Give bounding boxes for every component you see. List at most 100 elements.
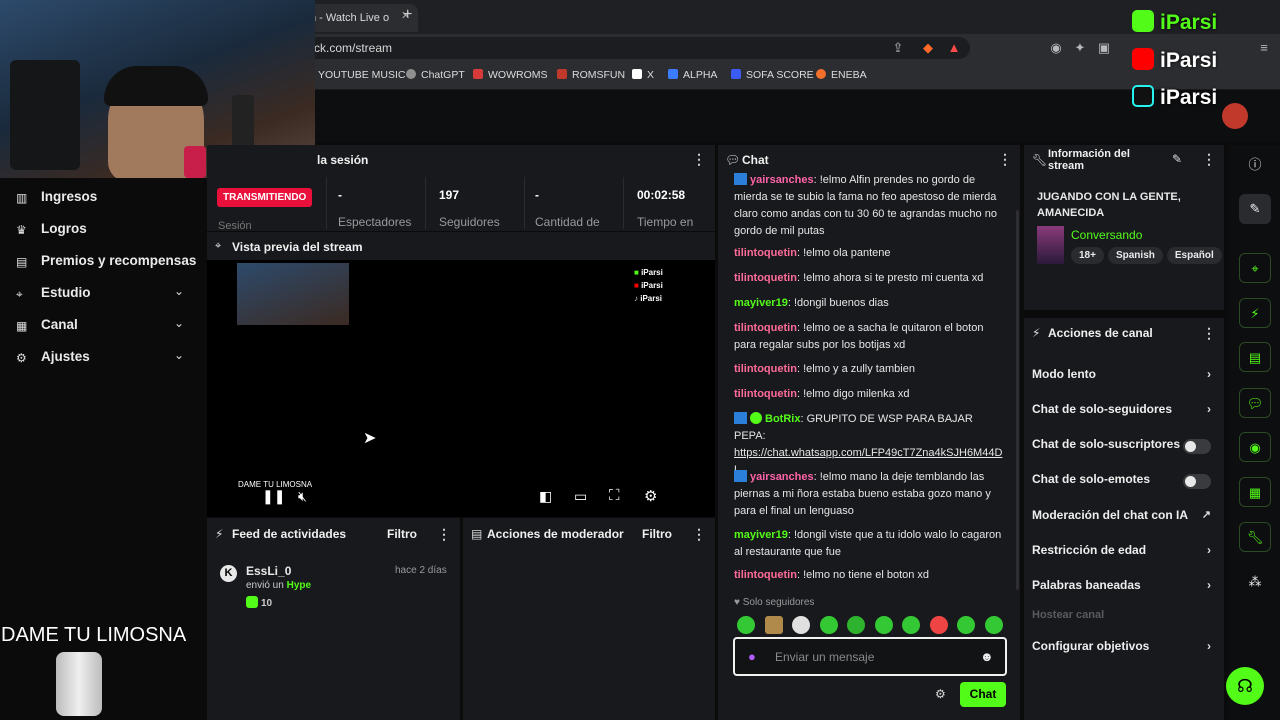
bookmark-x[interactable]: X xyxy=(632,69,654,81)
wrench-tool-icon[interactable]: 🔧︎ xyxy=(1239,522,1271,552)
action-ai-moderation[interactable]: Moderación del chat con IA ↗ xyxy=(1032,508,1217,528)
pip-icon[interactable]: ◧ xyxy=(539,488,552,505)
theater-icon[interactable]: ▭ xyxy=(574,488,587,505)
preview-tool-icon[interactable]: ⌖ xyxy=(1239,253,1271,283)
preview-icon: ⌖ xyxy=(215,240,222,252)
address-bar[interactable]: ck.com/stream xyxy=(300,37,970,59)
chat-message: mayiver19: !dongil viste que a tu idolo … xyxy=(734,529,1002,558)
chevron-right-icon: › xyxy=(1207,543,1211,557)
nodes-icon[interactable]: ⁂ xyxy=(1239,567,1271,597)
feed-filter-button[interactable]: Filtro xyxy=(387,527,417,541)
bookmark-alpha[interactable]: ALPHA xyxy=(668,69,717,81)
sidebar-item-ingresos[interactable]: ▥ Ingresos xyxy=(0,183,205,213)
brave-shield-icon[interactable]: ◆ xyxy=(920,40,936,56)
action-followers-only[interactable]: Chat de solo-seguidores › xyxy=(1032,402,1217,422)
toggle-switch xyxy=(1183,474,1211,489)
feed-amount: 10 xyxy=(246,596,272,609)
info-icon[interactable]: ⓘ xyxy=(1239,150,1271,180)
chat-message: tilintoquetin: !elmo ahora si te presto … xyxy=(734,272,984,284)
chat-message: yairsanches: !elmo Alfin prendes no gord… xyxy=(734,173,997,237)
fullscreen-icon[interactable]: ⛶ xyxy=(609,487,620,504)
settings-gear-icon[interactable]: ⚙ xyxy=(644,487,657,505)
more-options-icon[interactable]: ⋮ xyxy=(692,526,706,543)
live-status-badge: TRANSMITIENDO xyxy=(217,188,313,207)
bookmark-chatgpt[interactable]: ChatGPT xyxy=(406,69,465,81)
sidebar-item-estudio[interactable]: ⌖ Estudio ⌄ xyxy=(0,279,205,309)
mute-icon[interactable]: 🔇︎ xyxy=(298,488,307,505)
document-icon[interactable]: ▤ xyxy=(1239,342,1271,372)
edit-pencil-icon[interactable]: ✎ xyxy=(1172,152,1182,166)
lightning-icon: ⚡︎ xyxy=(215,527,224,541)
action-emotes-only[interactable]: Chat de solo-emotes xyxy=(1032,472,1217,492)
sidebar-item-ajustes[interactable]: ⚙ Ajustes ⌄ xyxy=(0,343,205,373)
sidebar-toggle-icon[interactable]: ▣ xyxy=(1096,40,1112,56)
edit-pencil-icon[interactable]: ✎ xyxy=(1239,194,1271,224)
more-options-icon[interactable]: ⋮ xyxy=(1202,325,1216,342)
extension-color-icon[interactable]: ◉ xyxy=(1048,40,1064,56)
stat-viewers-value: - xyxy=(338,188,342,202)
badge-icon xyxy=(734,412,747,424)
more-options-icon[interactable]: ⋮ xyxy=(437,526,451,543)
mod-tool-icon[interactable]: ▦ xyxy=(1239,477,1271,507)
action-set-goals[interactable]: Configurar objetivos › xyxy=(1032,639,1217,659)
menu-icon[interactable]: ≡ xyxy=(1256,40,1272,56)
verified-icon xyxy=(750,412,762,424)
chevron-right-icon: › xyxy=(1207,578,1211,592)
extensions-icon[interactable]: ✦ xyxy=(1072,40,1088,56)
category-thumbnail[interactable] xyxy=(1037,226,1064,264)
sidebar-item-canal[interactable]: ▦ Canal ⌄ xyxy=(0,311,205,341)
donation-overlay-text: DAME TU LIMOSNA xyxy=(1,624,187,646)
chevron-right-icon: › xyxy=(1207,367,1211,381)
feed-user[interactable]: EssLi_0 xyxy=(246,564,291,578)
chat-message: tilintoquetin: !elmo y a zully tambien xyxy=(734,363,915,375)
support-headset-icon[interactable]: ☊ xyxy=(1226,667,1264,705)
chat-tool-icon[interactable]: 💬︎ xyxy=(1239,388,1271,418)
chat-title: Chat xyxy=(742,153,769,167)
sidebar-item-premios[interactable]: ▤ Premios y recompensas xyxy=(0,247,205,277)
preview-webcam-thumb xyxy=(237,263,349,325)
chevron-right-icon: › xyxy=(1207,639,1211,653)
chat-send-button[interactable]: Chat xyxy=(960,682,1006,707)
mod-filter-button[interactable]: Filtro xyxy=(642,527,672,541)
chat-scrollbar[interactable] xyxy=(1016,210,1019,590)
action-banned-words[interactable]: Palabras baneadas › xyxy=(1032,578,1217,598)
toggle-switch xyxy=(1183,439,1211,454)
bookmark-romsfun[interactable]: ROMSFUN xyxy=(557,69,625,81)
youtube-handle-overlay: iParsi xyxy=(1132,48,1217,73)
new-tab-icon[interactable]: + xyxy=(403,6,412,24)
external-link-icon: ↗ xyxy=(1201,509,1211,521)
bookmark-eneba[interactable]: ENEBA xyxy=(816,69,867,81)
action-subscribers-only[interactable]: Chat de solo-suscriptores xyxy=(1032,437,1217,457)
preview-social-overlay: ■ iParsi ■ iParsi ♪ iParsi xyxy=(634,268,663,303)
mod-title: Acciones de moderador xyxy=(487,527,624,541)
action-age-restriction[interactable]: Restricción de edad › xyxy=(1032,543,1217,563)
pause-icon[interactable]: ❚❚ xyxy=(262,488,285,505)
avatar[interactable] xyxy=(1222,103,1248,129)
category-name[interactable]: Conversando xyxy=(1071,228,1142,242)
action-slow-mode[interactable]: Modo lento › xyxy=(1032,367,1217,387)
stat-viewers-label: Espectadores xyxy=(338,215,412,229)
more-options-icon[interactable]: ⋮ xyxy=(692,151,706,168)
chat-settings-icon[interactable]: ⚙ xyxy=(935,687,946,701)
mod-actions-panel xyxy=(463,518,715,720)
chat-message: mayiver19: !dongil buenos dias xyxy=(734,297,889,309)
broadcast-icon[interactable]: ◉ xyxy=(1239,432,1271,462)
mouse-cursor-icon: ➤ xyxy=(363,430,377,447)
bookmark-youtube-music[interactable]: YOUTUBE MUSIC xyxy=(318,69,406,81)
sidebar-item-logros[interactable]: ♛ Logros xyxy=(0,215,205,245)
mic-icon[interactable]: ● xyxy=(748,649,756,664)
badge-icon xyxy=(734,173,747,185)
lightning-tool-icon[interactable]: ⚡︎ xyxy=(1239,298,1271,328)
kick-icon: K xyxy=(220,565,237,582)
chat-bubble-icon: 💬︎ xyxy=(725,153,741,167)
more-options-icon[interactable]: ⋮ xyxy=(998,151,1012,168)
more-options-icon[interactable]: ⋮ xyxy=(1202,151,1216,168)
chevron-down-icon: ⌄ xyxy=(174,348,185,362)
emoji-icon[interactable]: ☻ xyxy=(980,649,994,664)
wrench-icon: 🔧︎ xyxy=(1032,153,1048,167)
brave-rewards-icon[interactable]: ▲ xyxy=(946,40,962,56)
bookmark-wowroms[interactable]: WOWROMS xyxy=(473,69,548,81)
share-icon[interactable]: ⇪ xyxy=(890,40,906,56)
bookmark-sofascore[interactable]: SOFA SCORE xyxy=(731,69,814,81)
feed-action: envió un Hype xyxy=(246,580,312,591)
